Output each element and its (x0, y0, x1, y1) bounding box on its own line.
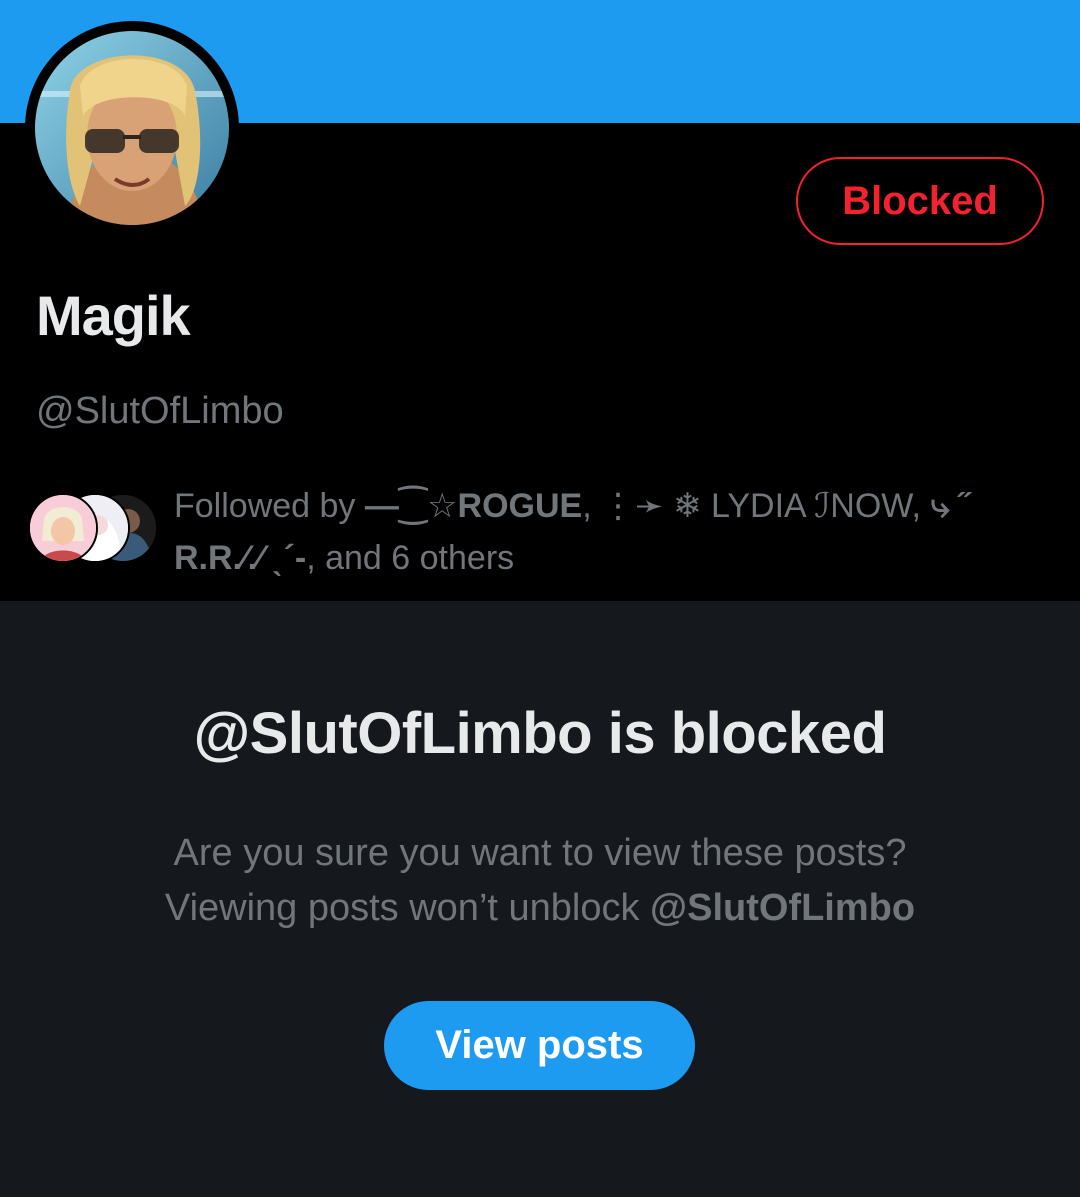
follower-name-2[interactable]: ⋮➛ ❄ LYDIA ℐNOW (601, 487, 911, 525)
blocked-notice-title: @SlutOfLimbo is blocked (193, 701, 887, 766)
blocked-notice-handle: @SlutOfLimbo (650, 887, 916, 929)
follower-name-1[interactable]: —⁐☆ROGUE (365, 487, 582, 525)
blocked-notice-message: Are you sure you want to view these post… (0, 826, 1080, 936)
blocked-notice-line-1: Are you sure you want to view these post… (173, 832, 907, 874)
blocked-button[interactable]: Blocked (796, 157, 1044, 245)
blocked-notice-line-2-text: Viewing posts won’t unblock (164, 887, 651, 929)
profile-avatar-image (35, 31, 229, 225)
profile-page: Blocked Magik @SlutOfLimbo Followed by —… (0, 0, 1080, 1197)
follower-separator-2: , (911, 487, 931, 525)
follower-separator-1: , (582, 487, 602, 525)
display-name: Magik (36, 284, 191, 347)
followed-by-avatars[interactable] (28, 493, 158, 563)
profile-avatar[interactable] (25, 21, 239, 235)
followed-by-suffix: , and 6 others (306, 539, 515, 577)
followed-by-prefix: Followed by (174, 487, 365, 525)
blocked-notice-line-2: Viewing posts won’t unblock @SlutOfLimbo (0, 881, 1080, 936)
view-posts-button[interactable]: View posts (384, 1001, 695, 1090)
profile-handle: @SlutOfLimbo (36, 390, 284, 432)
follower-avatar-1 (28, 493, 98, 563)
followed-by-text[interactable]: Followed by —⁐☆ROGUE, ⋮➛ ❄ LYDIA ℐNOW, ⤷… (174, 480, 1054, 584)
